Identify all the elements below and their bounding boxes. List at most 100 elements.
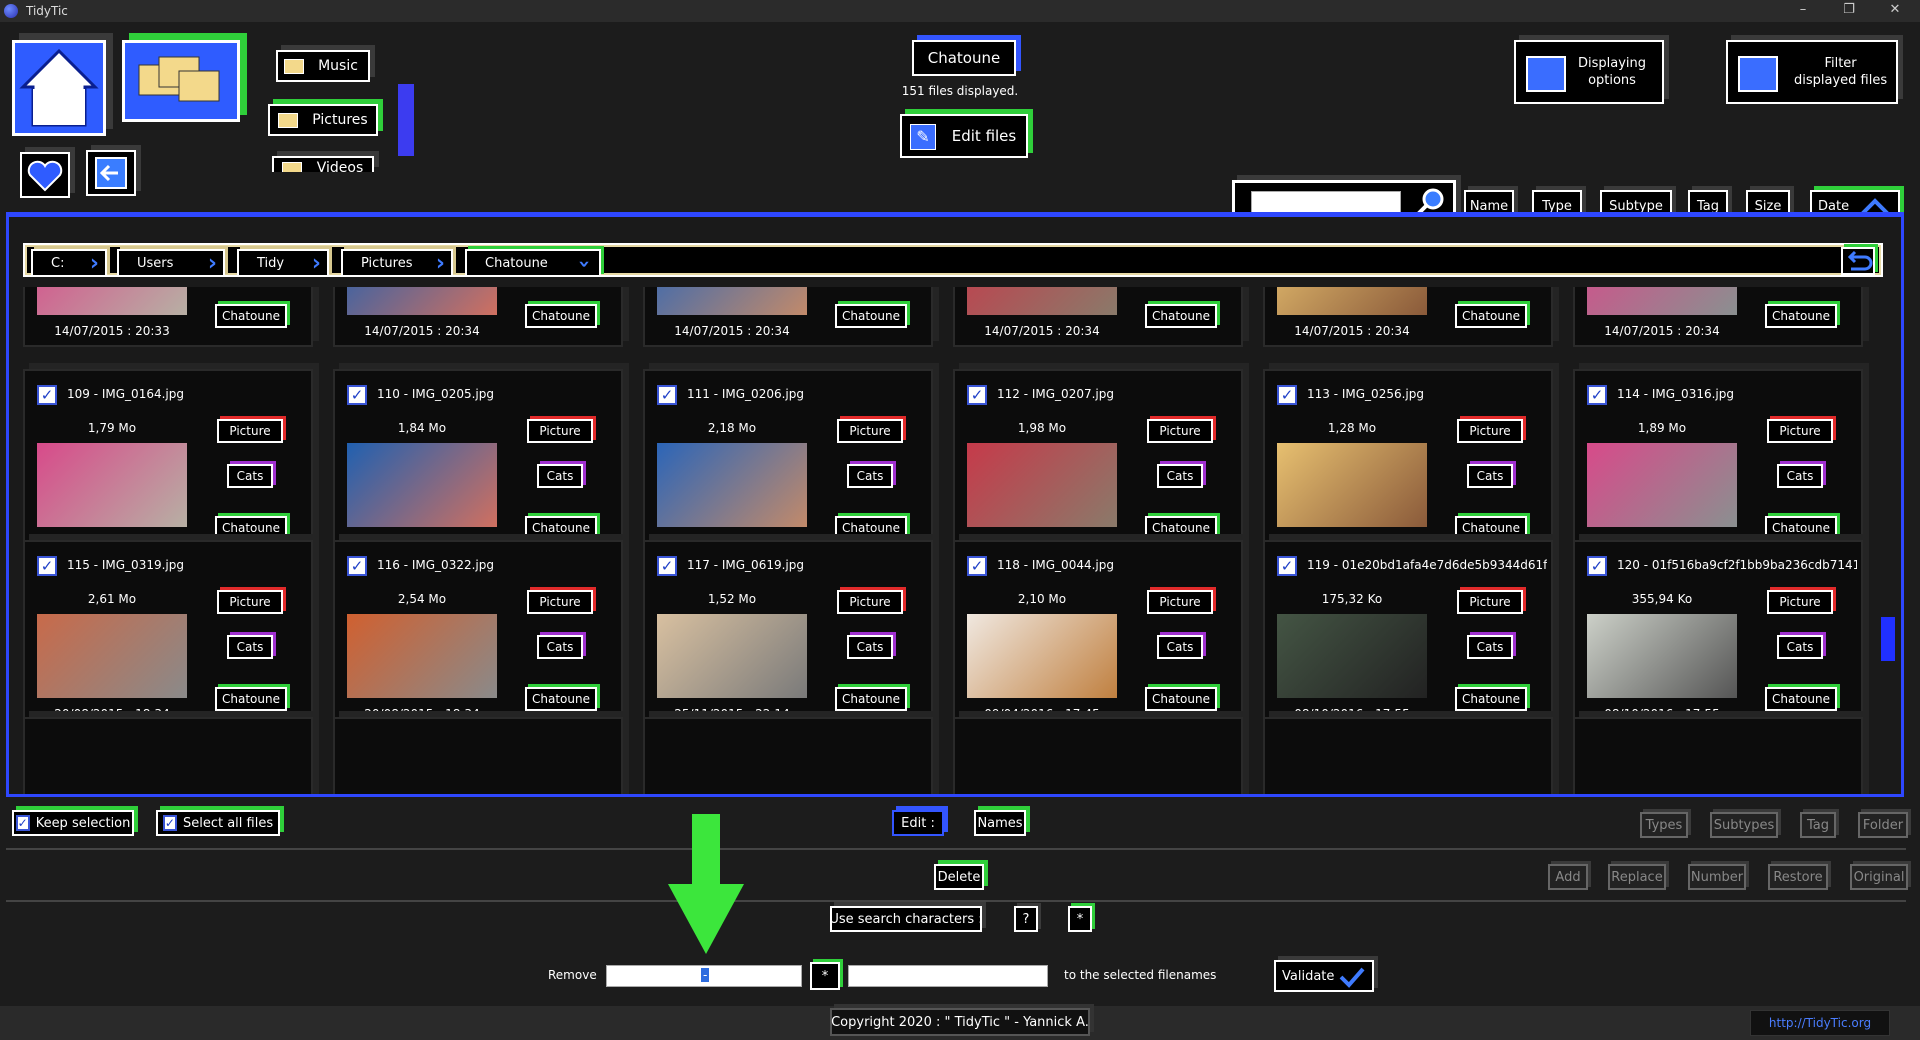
file-thumbnail[interactable] (37, 287, 187, 315)
tag-button[interactable]: Chatoune (1145, 687, 1217, 711)
type-tag-button[interactable]: Picture (1457, 419, 1523, 443)
file-thumbnail[interactable] (37, 443, 187, 527)
file-checkbox[interactable]: ✓ (37, 556, 57, 576)
shortcuts-scrollbar[interactable] (398, 84, 414, 156)
file-card[interactable]: ✓ 116 - IMG_0322.jpg 2,54 Mo 20/08/2015 : 1… (333, 540, 623, 730)
file-thumbnail[interactable] (1587, 287, 1737, 315)
file-thumbnail[interactable] (657, 443, 807, 527)
file-card[interactable]: ✓ 120 - 01f516ba9cf2f1bb9ba236cdb71411(35… (1573, 540, 1863, 730)
grid-scrollbar-thumb[interactable] (1881, 617, 1895, 661)
file-checkbox[interactable]: ✓ (1587, 385, 1607, 405)
filter-files-button[interactable]: Filter displayed files (1726, 40, 1898, 104)
close-button[interactable]: ✕ (1872, 0, 1918, 22)
file-thumbnail[interactable] (657, 287, 807, 315)
file-card[interactable]: 14/07/2015 : 20:34 Chatoune (333, 287, 623, 347)
restore-button[interactable]: ❐ (1826, 0, 1872, 22)
tag-button[interactable]: Chatoune (1455, 687, 1527, 711)
subtype-tag-button[interactable]: Cats (847, 464, 893, 488)
tag-button[interactable]: Chatoune (215, 516, 287, 540)
search-input[interactable] (1251, 191, 1401, 213)
file-checkbox[interactable]: ✓ (1587, 556, 1607, 576)
file-checkbox[interactable]: ✓ (1277, 385, 1297, 405)
tag-button[interactable]: Chatoune (1145, 304, 1217, 328)
restore-button-tool[interactable]: Restore (1768, 864, 1828, 890)
tag-button[interactable]: Chatoune (835, 687, 907, 711)
type-tag-button[interactable]: Picture (527, 419, 593, 443)
breadcrumb-chatoune[interactable]: Chatoune › (465, 249, 601, 277)
shortcut-music[interactable]: Music (276, 50, 370, 82)
refresh-button[interactable] (1841, 247, 1875, 275)
tag-button[interactable]: Tag (1800, 812, 1836, 838)
file-card[interactable]: ✓112 - IMG_0207.jpg1,98 Mo19/07/2015 : 1… (953, 369, 1243, 559)
file-thumbnail[interactable] (657, 614, 807, 698)
type-tag-button[interactable]: Picture (1457, 590, 1523, 614)
type-tag-button[interactable]: Picture (1767, 419, 1833, 443)
number-button[interactable]: Number (1688, 864, 1746, 890)
file-card[interactable]: ✓113 - IMG_0256.jpg1,28 Mo27/07/2015 : 1… (1263, 369, 1553, 559)
file-checkbox[interactable]: ✓ (1277, 556, 1297, 576)
folder-button[interactable]: Folder (1858, 812, 1908, 838)
type-tag-button[interactable]: Picture (527, 590, 593, 614)
tag-button[interactable]: Chatoune (215, 304, 287, 328)
file-checkbox[interactable]: ✓ (347, 556, 367, 576)
file-thumbnail[interactable] (1277, 443, 1427, 527)
replace-button[interactable]: Replace (1608, 864, 1666, 890)
file-thumbnail[interactable] (347, 287, 497, 315)
file-thumbnail[interactable] (1587, 443, 1737, 527)
subtype-tag-button[interactable]: Cats (847, 635, 893, 659)
file-thumbnail[interactable] (1277, 614, 1427, 698)
remove-second-input[interactable] (848, 965, 1048, 987)
validate-button[interactable]: Validate (1274, 960, 1374, 992)
subtype-tag-button[interactable]: Cats (1467, 635, 1513, 659)
file-checkbox[interactable]: ✓ (657, 385, 677, 405)
subtype-tag-button[interactable]: Cats (227, 635, 273, 659)
type-tag-button[interactable]: Picture (1767, 590, 1833, 614)
file-thumbnail[interactable] (37, 614, 187, 698)
tag-button[interactable]: Chatoune (525, 304, 597, 328)
shortcut-pictures[interactable]: Pictures (268, 104, 378, 136)
file-card[interactable]: ✓111 - IMG_0206.jpg2,18 Mo19/07/2015 : 1… (643, 369, 933, 559)
tag-button[interactable]: Chatoune (1765, 304, 1837, 328)
displaying-options-button[interactable]: Displaying options (1514, 40, 1664, 104)
subtype-tag-button[interactable]: Cats (537, 635, 583, 659)
breadcrumb-tidy[interactable]: Tidy › (237, 249, 329, 277)
edit-files-button[interactable]: ✎ Edit files (900, 114, 1028, 158)
tag-button[interactable]: Chatoune (525, 687, 597, 711)
file-checkbox[interactable]: ✓ (657, 556, 677, 576)
file-thumbnail[interactable] (347, 443, 497, 527)
file-card[interactable]: ✓110 - IMG_0205.jpg1,84 Mo19/07/2015 : 1… (333, 369, 623, 559)
file-checkbox[interactable]: ✓ (967, 556, 987, 576)
file-card[interactable]: 14/07/2015 : 20:34 Chatoune (643, 287, 933, 347)
website-link[interactable]: http://TidyTic.org (1750, 1010, 1890, 1036)
file-checkbox[interactable]: ✓ (967, 385, 987, 405)
star-button[interactable]: * (1068, 906, 1092, 932)
breadcrumb-users[interactable]: Users › (117, 249, 225, 277)
subtype-tag-button[interactable]: Cats (1157, 635, 1203, 659)
select-all-button[interactable]: ✓ Select all files (156, 810, 280, 836)
tag-button[interactable]: Chatoune (1145, 516, 1217, 540)
tag-button[interactable]: Chatoune (835, 516, 907, 540)
types-button[interactable]: Types (1640, 812, 1688, 838)
file-thumbnail[interactable] (1277, 287, 1427, 315)
tag-button[interactable]: Chatoune (525, 516, 597, 540)
subtype-tag-button[interactable]: Cats (1777, 635, 1823, 659)
back-button[interactable] (86, 150, 136, 196)
file-checkbox[interactable]: ✓ (37, 385, 57, 405)
type-tag-button[interactable]: Picture (837, 590, 903, 614)
remove-star-button[interactable]: * (810, 962, 840, 990)
file-card[interactable]: 14/07/2015 : 20:33 Chatoune (23, 287, 313, 347)
file-card[interactable]: ✓114 - IMG_0316.jpg1,89 Mo20/08/2015 : 1… (1573, 369, 1863, 559)
file-thumbnail[interactable] (1587, 614, 1737, 698)
subtype-tag-button[interactable]: Cats (1777, 464, 1823, 488)
tag-button[interactable]: Chatoune (1765, 516, 1837, 540)
favorites-button[interactable] (20, 152, 70, 198)
home-button[interactable] (12, 40, 106, 136)
file-card[interactable]: ✓ 115 - IMG_0319.jpg 2,61 Mo 20/08/2015 : 1… (23, 540, 313, 730)
file-thumbnail[interactable] (967, 443, 1117, 527)
file-card[interactable]: ✓ 118 - IMG_0044.jpg 2,10 Mo 09/04/2016 : 1… (953, 540, 1243, 730)
file-card[interactable]: ✓ 119 - 01e20bd1afa4e7d6de5b9344d61f6f 175… (1263, 540, 1553, 730)
type-tag-button[interactable]: Picture (1147, 419, 1213, 443)
file-thumbnail[interactable] (347, 614, 497, 698)
file-card[interactable]: ✓109 - IMG_0164.jpg1,79 Mo14/07/2015 : 2… (23, 369, 313, 559)
tag-button[interactable]: Chatoune (835, 304, 907, 328)
